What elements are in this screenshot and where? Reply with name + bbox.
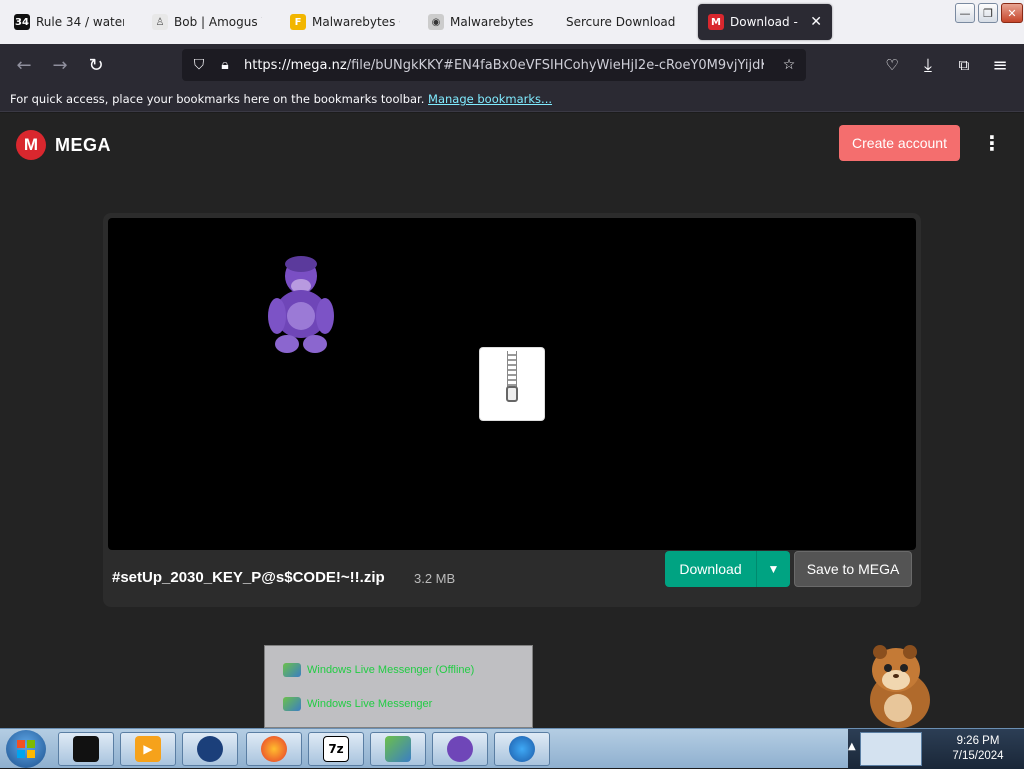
clock-date: 7/15/2024 [952, 750, 1004, 762]
windows-logo-icon [17, 740, 35, 758]
zip-file-icon [480, 348, 544, 420]
tray-icons[interactable] [860, 732, 922, 766]
hamster-icon [870, 645, 930, 728]
clock-time: 9:26 PM [956, 735, 1000, 747]
lock-icon[interactable]: 🔒︎ [216, 57, 234, 73]
messenger-icon [283, 697, 301, 711]
media-player-icon: ▶ [135, 736, 161, 762]
taskbar-7zip[interactable]: 7z [308, 732, 364, 766]
popup-item-label: Windows Live Messenger (Offline) [307, 664, 475, 676]
tab-label: Malwarebytes [450, 15, 534, 29]
download-options-chevron-icon[interactable]: ▼ [756, 551, 790, 587]
taskbar-firefox[interactable] [246, 732, 302, 766]
rule34-favicon-icon: 34 [14, 14, 30, 30]
system-tray: ▲ 9:26 PM 7/15/2024 [848, 729, 1024, 769]
manage-bookmarks-link[interactable]: Manage bookmarks... [428, 92, 552, 106]
file-size: 3.2 MB [414, 571, 456, 586]
shield-icon[interactable]: ⛉ [190, 57, 208, 73]
mega-favicon-icon: M [708, 14, 724, 30]
messenger-offline-item[interactable]: Windows Live Messenger (Offline) [283, 660, 474, 680]
zipper-pull [506, 386, 518, 402]
back-arrow-icon[interactable]: ← [12, 53, 36, 77]
tab-malwarebytes-crack[interactable]: F Malwarebytes Cra [280, 4, 410, 40]
taskbar-cmd[interactable] [58, 732, 114, 766]
tab-label: Sercure Download Sto [566, 15, 680, 29]
file-card: #setUp_2030_KEY_P@s$CODE!~!!.zip 3.2 MB … [103, 213, 921, 607]
file-preview [108, 218, 916, 550]
messenger-popup: Windows Live Messenger (Offline) Windows… [264, 645, 533, 728]
tab-secure-download[interactable]: Sercure Download Sto [556, 4, 690, 40]
downloads-icon[interactable]: ⤓ [916, 53, 940, 77]
globe-icon [197, 736, 223, 762]
taskbar-bonzi[interactable] [432, 732, 488, 766]
close-window-button[interactable]: ✕ [1001, 3, 1023, 23]
url-host: https://mega.nz [244, 57, 347, 73]
malwarebytes-favicon-icon: F [290, 14, 306, 30]
popup-item-label: Windows Live Messenger [307, 698, 433, 710]
bonzi-buddy-icon [268, 256, 334, 353]
fandom-favicon-icon: ♙ [152, 14, 168, 30]
taskbar-download-manager[interactable] [494, 732, 550, 766]
star-bookmark-icon[interactable]: ☆ [780, 57, 798, 73]
tab-label: Bob | Amogus Wi [174, 15, 262, 29]
mega-logo[interactable]: M MEGA [16, 130, 111, 160]
tab-label: Malwarebytes Cra [312, 15, 400, 29]
tab-strip: 34 Rule 34 / waterme ♙ Bob | Amogus Wi F… [0, 0, 1024, 44]
navigation-toolbar: ← → ↻ ⛉ 🔒︎ https://mega.nz/file/bUNgkKKY… [0, 44, 1024, 86]
download-label: Download [679, 561, 742, 577]
messenger-item[interactable]: Windows Live Messenger [283, 694, 432, 714]
reload-icon[interactable]: ↻ [84, 53, 108, 77]
taskbar-media-player[interactable]: ▶ [120, 732, 176, 766]
hamburger-menu-icon[interactable]: ≡ [988, 53, 1012, 77]
7zip-icon: 7z [323, 736, 349, 762]
bonzi-buddy-icon [447, 736, 473, 762]
firefox-icon [261, 736, 287, 762]
start-button[interactable] [6, 730, 46, 768]
tab-bob-amogus[interactable]: ♙ Bob | Amogus Wi [142, 4, 272, 40]
minimize-window-button[interactable]: — [955, 3, 975, 23]
close-tab-icon[interactable]: ✕ [810, 14, 822, 30]
terminal-icon [73, 736, 99, 762]
tab-label: Rule 34 / waterme [36, 15, 124, 29]
bookmarks-toolbar: For quick access, place your bookmarks h… [0, 86, 1024, 112]
save-to-mega-button[interactable]: Save to MEGA [794, 551, 912, 587]
extensions-icon[interactable]: ⧉ [952, 53, 976, 77]
mega-logo-icon: M [16, 130, 46, 160]
restore-window-button[interactable]: ❐ [978, 3, 998, 23]
more-options-icon[interactable]: ⋮ [982, 131, 1002, 155]
bookmarks-hint: For quick access, place your bookmarks h… [10, 92, 425, 106]
download-button[interactable]: Download ▼ [665, 551, 790, 587]
tab-rule34[interactable]: 34 Rule 34 / waterme [4, 4, 134, 40]
download-manager-icon [509, 736, 535, 762]
taskbar-messenger[interactable] [370, 732, 426, 766]
malwarebytes-favicon-icon: ◉ [428, 14, 444, 30]
pocket-icon[interactable]: ♡ [880, 53, 904, 77]
taskbar-globe[interactable] [182, 732, 238, 766]
url-bar[interactable]: ⛉ 🔒︎ https://mega.nz/file/bUNgkKKY#EN4fa… [182, 49, 806, 81]
url-path: /file/bUNgkKKY#EN4faBx0eVFSIHCohyWieHjI2… [346, 57, 764, 73]
create-account-button[interactable]: Create account [839, 125, 960, 161]
file-name: #setUp_2030_KEY_P@s$CODE!~!!.zip [112, 569, 385, 586]
clock[interactable]: 9:26 PM 7/15/2024 [938, 734, 1018, 764]
messenger-icon [283, 663, 301, 677]
tab-mega-download[interactable]: M Download - MEGA ✕ [698, 4, 832, 40]
mega-page: M MEGA Create account ⋮ #setUp_2030_KEY_… [0, 113, 1024, 728]
messenger-icon [385, 736, 411, 762]
url-text[interactable]: https://mega.nz/file/bUNgkKKY#EN4faBx0eV… [244, 58, 764, 73]
forward-arrow-icon[interactable]: → [48, 53, 72, 77]
taskbar: ▶ 7z ▲ 9:26 PM 7/15/2024 [0, 728, 1024, 769]
tab-malwarebytes[interactable]: ◉ Malwarebytes [418, 4, 548, 40]
tab-label: Download - MEGA [730, 15, 802, 29]
mega-logo-text: MEGA [55, 134, 111, 155]
show-hidden-icons-icon[interactable]: ▲ [848, 741, 856, 752]
